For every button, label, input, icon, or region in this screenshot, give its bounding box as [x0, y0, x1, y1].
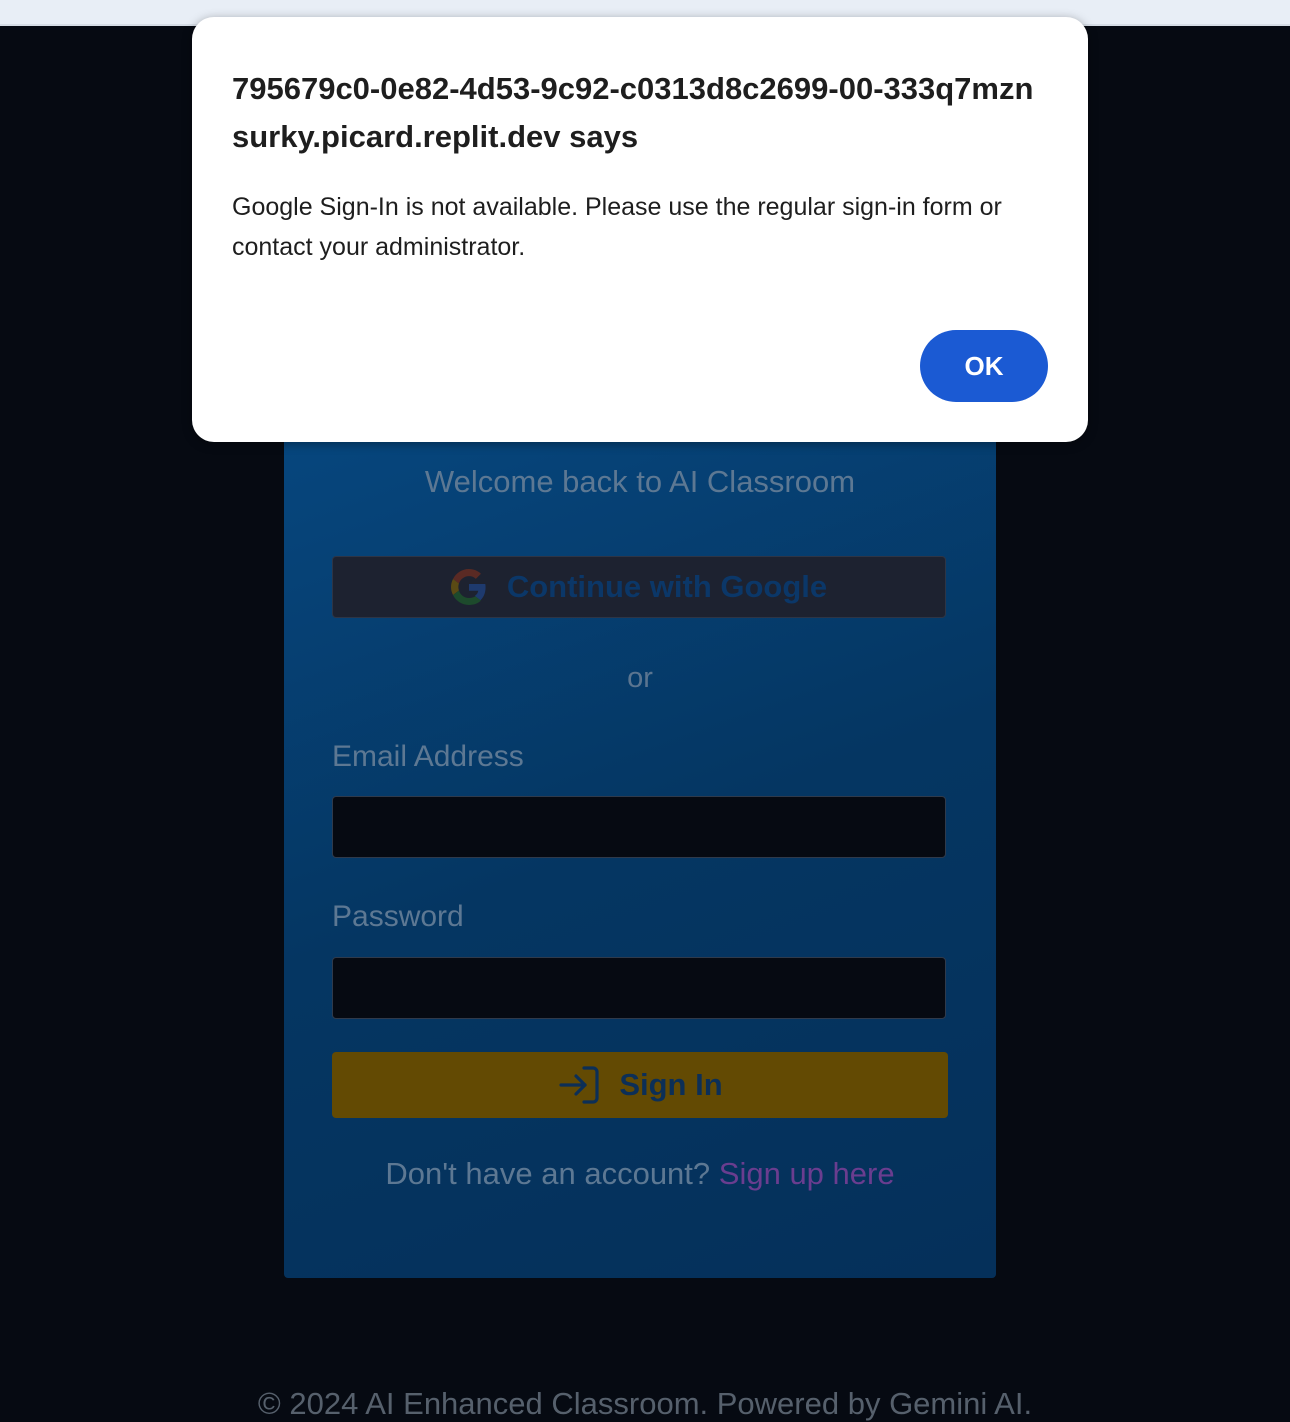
dialog-message: Google Sign-In is not available. Please … — [232, 193, 1002, 261]
signup-link[interactable]: Sign up here — [719, 1156, 895, 1191]
google-signin-button[interactable]: Continue with Google — [332, 556, 946, 618]
password-field[interactable] — [332, 957, 946, 1019]
signup-prompt-text: Don't have an account? — [385, 1156, 711, 1191]
google-icon — [450, 569, 486, 605]
footer-text: © 2024 AI Enhanced Classroom. Powered by… — [257, 1386, 1033, 1421]
or-divider: or — [627, 662, 653, 694]
welcome-text: Welcome back to AI Classroom — [424, 464, 856, 499]
signup-prompt: Don't have an account? Sign up here — [284, 1156, 996, 1192]
alert-dialog: 795679c0-0e82-4d53-9c92-c0313d8c2699-00-… — [192, 17, 1088, 442]
sign-in-label: Sign In — [619, 1067, 723, 1102]
google-button-label: Continue with Google — [506, 569, 828, 604]
ok-button[interactable]: OK — [920, 330, 1048, 402]
password-label: Password — [332, 900, 464, 933]
login-card: Welcome back to AI Classroom Continue wi… — [284, 406, 996, 1278]
dialog-title: 795679c0-0e82-4d53-9c92-c0313d8c2699-00-… — [232, 71, 1034, 154]
email-field[interactable] — [332, 796, 946, 858]
email-label: Email Address — [332, 740, 524, 773]
sign-in-icon — [559, 1066, 599, 1104]
sign-in-button[interactable]: Sign In — [332, 1052, 948, 1118]
